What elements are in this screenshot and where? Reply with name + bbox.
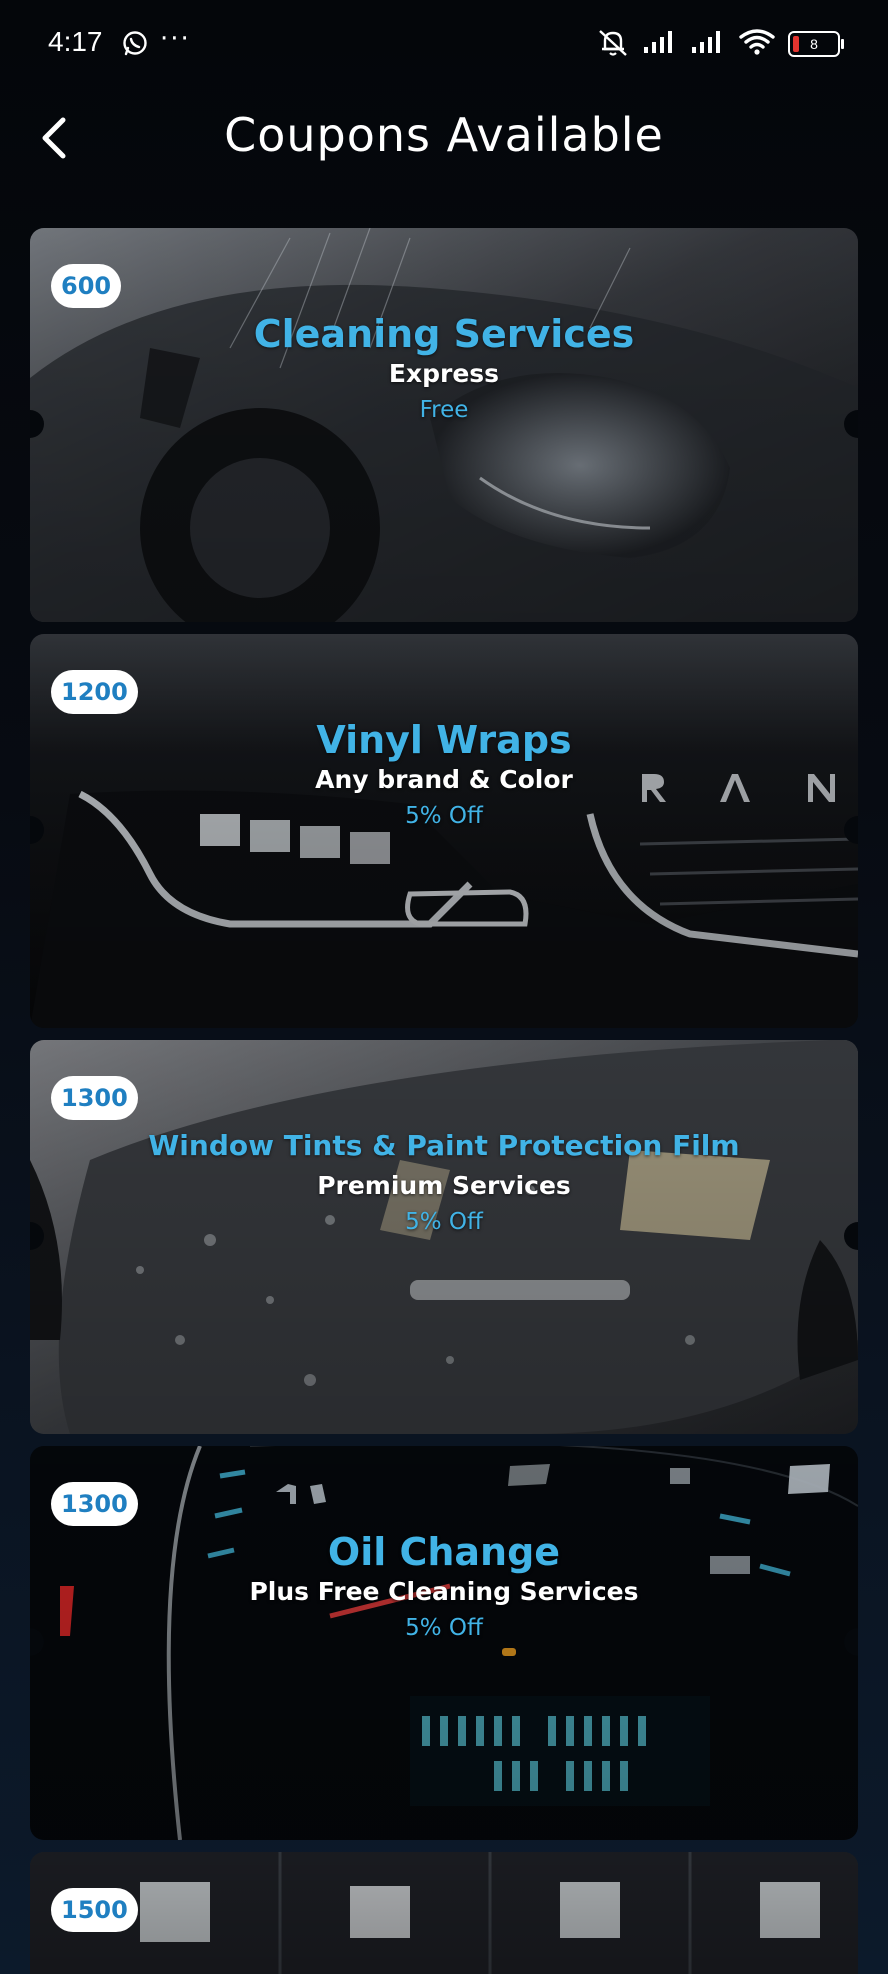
coupon-card[interactable]: 600 Cleaning Services Express Free — [30, 228, 858, 622]
mute-icon — [596, 27, 630, 61]
coupon-text: Vinyl Wraps Any brand & Color 5% Off — [30, 718, 858, 834]
signal-icon — [642, 29, 678, 59]
wifi-icon — [738, 28, 776, 60]
points-badge: 600 — [51, 264, 122, 308]
coupon-card[interactable]: 1200 Vinyl Wraps Any brand & Color 5% Of… — [30, 634, 858, 1028]
points-badge: 1200 — [51, 670, 138, 714]
coupon-title: Window Tints & Paint Protection Film — [148, 1129, 740, 1162]
battery-percent: 8 — [810, 36, 818, 52]
status-time: 4:17 — [48, 26, 103, 57]
coupon-text: Window Tints & Paint Protection Film Pre… — [30, 1124, 858, 1240]
more-notifications-icon: ··· — [160, 24, 191, 54]
coupon-subtitle: Plus Free Cleaning Services — [249, 1577, 639, 1606]
battery-level — [793, 36, 799, 52]
coupon-text: Oil Change Plus Free Cleaning Services 5… — [30, 1530, 858, 1646]
status-icons: 8 — [596, 27, 844, 61]
coupon-subtitle: Express — [388, 359, 500, 388]
coupon-discount: 5% Off — [405, 803, 483, 829]
page-title: Coupons Available — [224, 108, 664, 162]
app-header: Coupons Available — [0, 96, 888, 180]
image-shade — [30, 1852, 858, 1974]
coupon-card[interactable]: 1300 Oil Change Plus Free Cleaning Servi… — [30, 1446, 858, 1840]
signal-icon — [690, 29, 726, 59]
page: 4:17 ··· 8 Coupons Available 600 Cleanin… — [0, 0, 888, 1974]
coupon-subtitle: Any brand & Color — [315, 765, 573, 794]
coupon-subtitle: Premium Services — [317, 1171, 571, 1200]
coupon-discount: 5% Off — [405, 1615, 483, 1641]
coupon-title: Oil Change — [327, 1530, 561, 1574]
coupon-discount: Free — [419, 397, 469, 423]
battery-icon: 8 — [788, 31, 844, 57]
whatsapp-icon — [122, 30, 148, 56]
points-badge: 1300 — [51, 1076, 138, 1120]
coupon-card[interactable]: 1300 Window Tints & Paint Protection Fil… — [30, 1040, 858, 1434]
points-badge: 1500 — [51, 1888, 138, 1932]
coupon-card[interactable]: 1500 — [30, 1852, 858, 1974]
coupon-discount: 5% Off — [405, 1209, 483, 1235]
coupon-title: Vinyl Wraps — [316, 718, 572, 762]
status-bar: 4:17 ··· 8 — [0, 0, 888, 88]
coupon-title: Cleaning Services — [253, 312, 635, 356]
coupon-text: Cleaning Services Express Free — [30, 312, 858, 428]
points-badge: 1300 — [51, 1482, 138, 1526]
